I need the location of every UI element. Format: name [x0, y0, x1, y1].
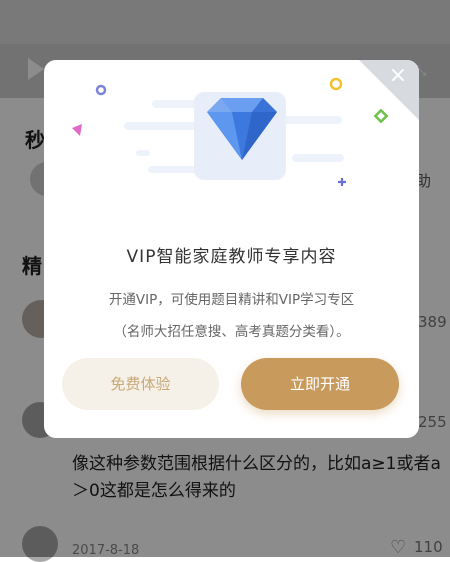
- free-trial-button[interactable]: 免费体验: [62, 358, 219, 410]
- diamond-illustration: [72, 77, 389, 186]
- modal-description: 开通VIP，可使用题目精讲和VIP学习专区 （名师大招任意搜、高考真题分类看）。: [64, 284, 399, 348]
- vip-modal: × VIP智能家庭教师专享内容 开通VIP，可使用题目精讲和VIP学习专区 （名…: [44, 60, 419, 438]
- open-vip-button[interactable]: 立即开通: [241, 358, 399, 410]
- modal-title: VIP智能家庭教师专享内容: [126, 247, 337, 267]
- description-line: （名师大招任意搜、高考真题分类看）。: [113, 324, 350, 340]
- description-line: 开通VIP，可使用题目精讲和VIP学习专区: [108, 292, 355, 308]
